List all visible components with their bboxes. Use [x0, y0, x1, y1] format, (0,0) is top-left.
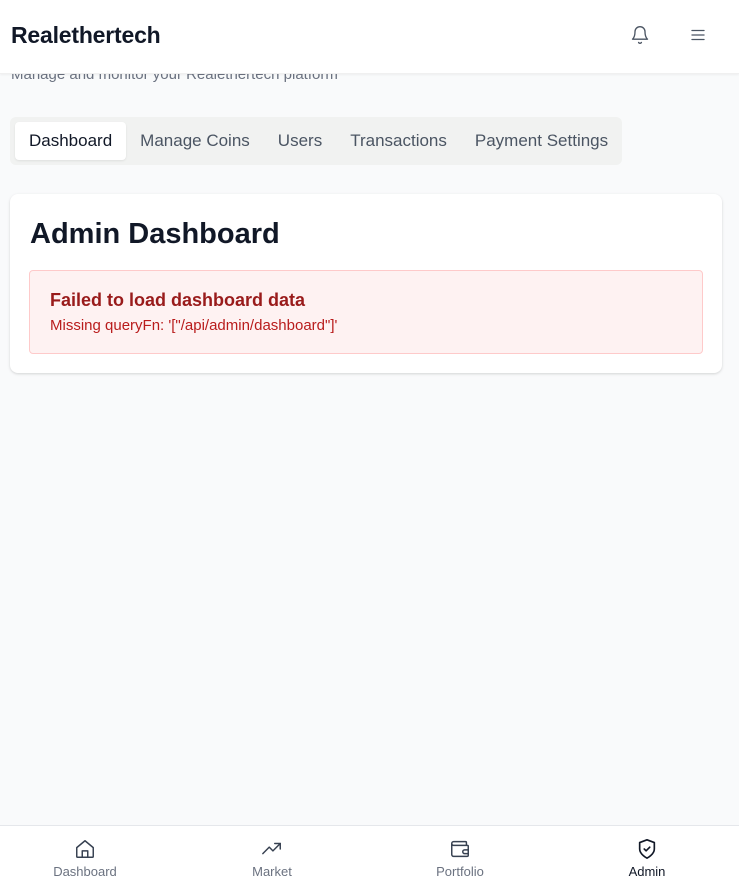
bottom-nav-label: Portfolio [436, 864, 484, 877]
menu-icon [691, 29, 705, 41]
bottom-nav-label: Admin [628, 864, 666, 877]
bottom-nav-label: Dashboard [53, 864, 117, 877]
tab-payment-settings[interactable]: Payment Settings [461, 122, 622, 160]
card-title: Admin Dashboard [30, 218, 280, 250]
tab-manage-coins[interactable]: Manage Coins [126, 122, 264, 160]
bottom-nav-dashboard[interactable]: Dashboard [25, 826, 145, 877]
app-header: Realethertech [0, 0, 739, 74]
tab-users[interactable]: Users [264, 122, 336, 160]
bottom-nav: Dashboard Market Portfolio Admin [0, 825, 739, 877]
notifications-button[interactable] [627, 22, 653, 48]
error-alert: Failed to load dashboard data Missing qu… [29, 270, 703, 354]
admin-tabs: Dashboard Manage Coins Users Transaction… [10, 117, 622, 165]
bottom-nav-label: Market [252, 864, 292, 877]
brand-logo[interactable]: Realethertech [11, 22, 161, 49]
tab-transactions[interactable]: Transactions [336, 122, 461, 160]
tab-dashboard[interactable]: Dashboard [15, 122, 127, 160]
admin-dashboard-card: Admin Dashboard Failed to load dashboard… [10, 194, 722, 373]
trending-up-icon [262, 842, 281, 855]
bottom-nav-market[interactable]: Market [212, 826, 332, 877]
error-title: Failed to load dashboard data [50, 290, 306, 310]
bottom-nav-portfolio[interactable]: Portfolio [400, 826, 520, 877]
page: Manage and monitor your Realethertech pl… [0, 0, 739, 877]
menu-button[interactable] [685, 22, 711, 48]
error-message: Missing queryFn: '["/api/admin/dashboard… [50, 317, 338, 334]
home-icon [76, 840, 94, 858]
bottom-nav-admin[interactable]: Admin [587, 826, 707, 877]
bell-icon [631, 26, 649, 44]
wallet-icon [451, 840, 469, 858]
shield-check-icon [638, 839, 656, 859]
